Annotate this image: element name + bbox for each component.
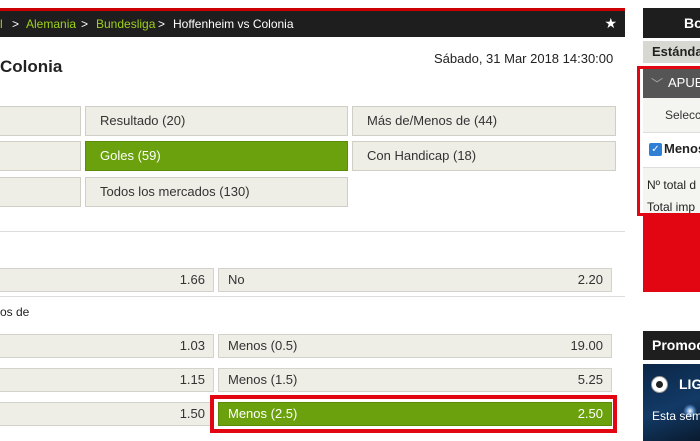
- promo-banner[interactable]: LIG Esta sem: [643, 364, 700, 441]
- soccer-ball-icon: [651, 376, 668, 393]
- odds-cell-no[interactable]: No 2.20: [218, 268, 612, 292]
- tab-label: Estánda: [652, 44, 700, 59]
- odds-cell-left[interactable]: 1.50: [0, 402, 214, 426]
- market-button-partial[interactable]: [0, 177, 81, 207]
- breadcrumb-item-current: Hoffenheim vs Colonia: [173, 17, 294, 31]
- promo-banner-text: Esta sem: [652, 409, 700, 423]
- odds-cell-left[interactable]: 1.03: [0, 334, 214, 358]
- section-title: os de: [0, 305, 30, 319]
- market-button-partial[interactable]: [0, 106, 81, 136]
- odds-value: 1.15: [179, 372, 205, 387]
- promo-banner-title: LIG: [679, 376, 700, 392]
- market-button-handicap[interactable]: Con Handicap (18): [352, 141, 616, 171]
- tab-estandar[interactable]: Estánda: [643, 41, 700, 63]
- market-button-goles[interactable]: Goles (59): [85, 141, 348, 171]
- breadcrumb-bar: l > Alemania > Bundesliga > Hoffenheim v…: [0, 8, 625, 37]
- match-datetime: Sábado, 31 Mar 2018 14:30:00: [434, 51, 614, 66]
- breadcrumb-separator: >: [81, 17, 89, 31]
- odds-value: 1.03: [179, 338, 205, 353]
- market-button-mas-menos[interactable]: Más de/Menos de (44): [352, 106, 616, 136]
- odds-value: 2.20: [577, 272, 603, 287]
- breadcrumb-separator: >: [12, 17, 20, 31]
- odds-cell-left[interactable]: 1.15: [0, 368, 214, 392]
- odds-label: Menos (0.5): [228, 338, 298, 353]
- odds-value: 5.25: [577, 372, 603, 387]
- odds-label: Menos (1.5): [228, 372, 298, 387]
- odds-value: 1.66: [179, 272, 205, 287]
- favorite-star-icon[interactable]: ★: [604, 15, 617, 32]
- market-button-todos[interactable]: Todos los mercados (130): [85, 177, 348, 207]
- odds-value: 19.00: [570, 338, 603, 353]
- breadcrumb-item-partial[interactable]: l: [0, 16, 3, 32]
- promotions-title: Promoc: [652, 337, 700, 353]
- odds-label: No: [228, 272, 245, 287]
- match-title: Colonia: [0, 57, 63, 76]
- highlight-box: [637, 66, 700, 216]
- divider: [0, 296, 625, 297]
- promotions-header: Promoc: [643, 331, 700, 360]
- odds-value: 1.50: [179, 406, 205, 421]
- bet-slip-action-area[interactable]: [643, 216, 700, 292]
- bet-slip-title: Bo: [684, 15, 700, 31]
- highlight-box: [210, 395, 617, 433]
- odds-cell-menos-1-5[interactable]: Menos (1.5) 5.25: [218, 368, 612, 392]
- market-button-resultado[interactable]: Resultado (20): [85, 106, 348, 136]
- market-button-partial[interactable]: [0, 141, 81, 171]
- breadcrumb-item-alemania[interactable]: Alemania: [26, 16, 76, 32]
- odds-cell-menos-0-5[interactable]: Menos (0.5) 19.00: [218, 334, 612, 358]
- odds-cell-left[interactable]: 1.66: [0, 268, 214, 292]
- divider: [0, 231, 625, 232]
- breadcrumb-separator: >: [158, 17, 166, 31]
- breadcrumb-item-bundesliga[interactable]: Bundesliga: [96, 16, 155, 32]
- bet-slip-header: Bo: [643, 8, 700, 38]
